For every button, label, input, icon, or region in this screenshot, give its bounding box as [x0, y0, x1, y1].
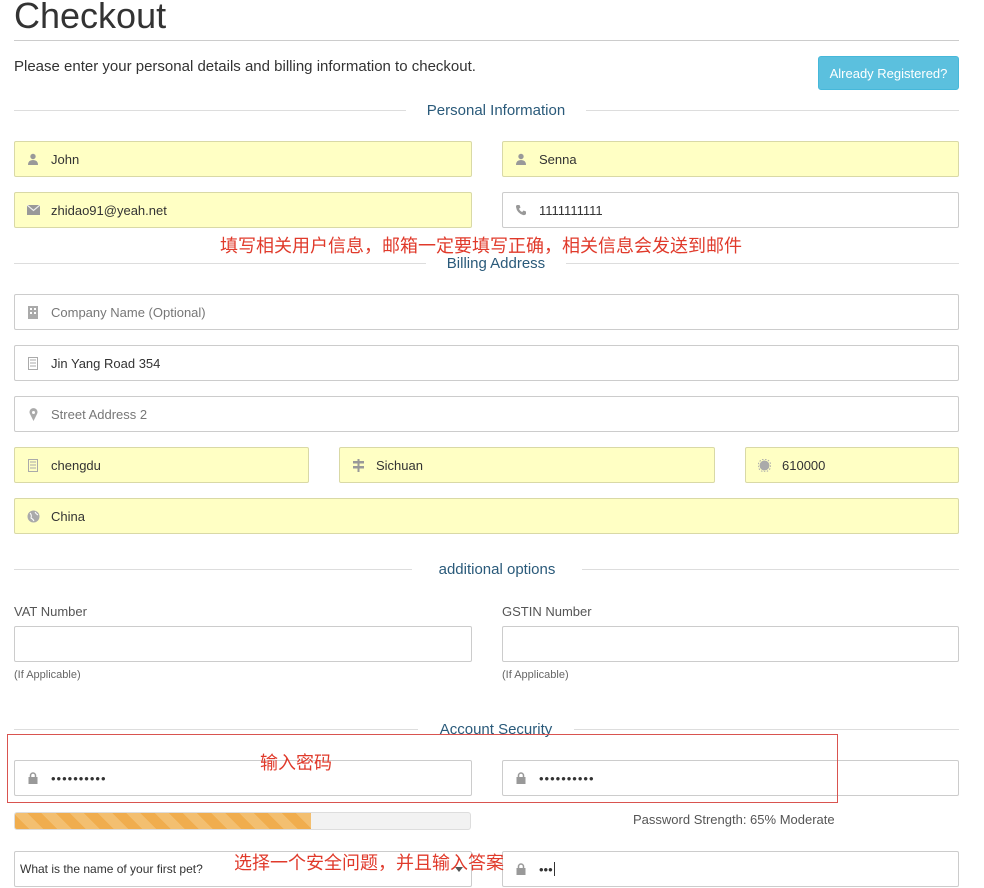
security-question-value: What is the name of your first pet? — [20, 862, 203, 876]
address1-field[interactable]: Jin Yang Road 354 — [14, 345, 959, 381]
building-icon — [15, 458, 51, 472]
city-field[interactable]: chengdu — [14, 447, 309, 483]
first-name-field[interactable]: John — [14, 141, 472, 177]
password-strength-fill — [15, 813, 311, 829]
state-value: Sichuan — [376, 457, 423, 473]
signpost-icon — [340, 458, 376, 472]
section-billing-address: Billing Address — [426, 254, 566, 274]
postcode-field[interactable]: 610000 — [745, 447, 959, 483]
gstin-help: (If Applicable) — [502, 669, 569, 681]
user-icon — [503, 153, 539, 165]
certificate-icon — [746, 458, 782, 472]
address1-value: Jin Yang Road 354 — [51, 355, 161, 371]
section-personal-information: Personal Information — [406, 101, 586, 121]
gstin-input[interactable] — [502, 626, 959, 662]
envelope-icon — [15, 205, 51, 215]
password-strength-text: Password Strength: 65% Moderate — [633, 812, 835, 827]
email-value: zhidao91@yeah.net — [51, 202, 167, 218]
annotation-password-box — [7, 734, 838, 803]
lock-icon — [503, 863, 539, 875]
title-divider — [14, 40, 959, 41]
building-icon — [15, 305, 51, 319]
section-additional-options: additional options — [412, 560, 582, 580]
vat-input[interactable] — [14, 626, 472, 662]
globe-icon — [15, 510, 51, 523]
address2-placeholder: Street Address 2 — [51, 406, 148, 422]
state-field[interactable]: Sichuan — [339, 447, 715, 483]
address2-field[interactable]: Street Address 2 — [14, 396, 959, 432]
last-name-field[interactable]: Senna — [502, 141, 959, 177]
annotation-password: 输入密码 — [260, 753, 332, 774]
password-strength-bar — [14, 812, 471, 830]
intro-text: Please enter your personal details and b… — [14, 58, 476, 75]
country-value: China — [51, 508, 85, 524]
text-cursor — [553, 862, 555, 876]
email-field[interactable]: zhidao91@yeah.net — [14, 192, 472, 228]
phone-field[interactable]: 1111111111 — [502, 192, 959, 228]
annotation-security-question: 选择一个安全问题，并且输入答案 — [234, 853, 504, 874]
first-name-value: John — [51, 151, 80, 167]
gstin-label: GSTIN Number — [502, 604, 592, 619]
last-name-value: Senna — [539, 151, 577, 167]
city-value: chengdu — [51, 457, 101, 473]
security-answer-value: ••• — [539, 861, 553, 877]
already-registered-button[interactable]: Already Registered? — [818, 56, 959, 90]
phone-value: 1111111111 — [539, 202, 603, 218]
company-field[interactable]: Company Name (Optional) — [14, 294, 959, 330]
building-icon — [15, 356, 51, 370]
vat-label: VAT Number — [14, 604, 87, 619]
vat-help: (If Applicable) — [14, 669, 81, 681]
country-field[interactable]: China — [14, 498, 959, 534]
user-icon — [15, 153, 51, 165]
security-answer-field[interactable]: ••• — [502, 851, 959, 887]
phone-icon — [503, 204, 539, 216]
page-title: Checkout — [14, 0, 167, 36]
company-placeholder: Company Name (Optional) — [51, 304, 206, 320]
map-marker-icon — [15, 407, 51, 421]
postcode-value: 610000 — [782, 457, 826, 473]
